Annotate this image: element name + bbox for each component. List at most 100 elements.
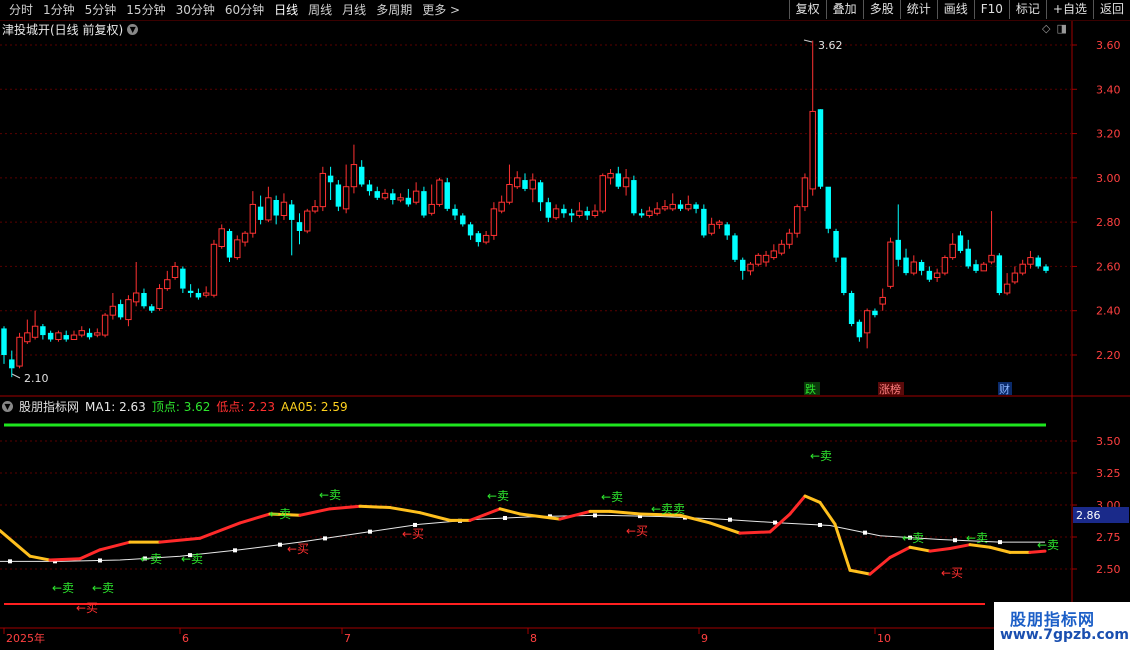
candle-body-up bbox=[31, 325, 39, 338]
candle bbox=[996, 253, 1003, 296]
candle-body-down bbox=[638, 213, 645, 216]
top-label: 顶点: bbox=[151, 400, 180, 414]
top-value: 3.62 bbox=[183, 400, 211, 414]
watermark-url: www.7gpzb.com bbox=[1000, 627, 1130, 643]
tab-daily[interactable]: 日线 bbox=[269, 2, 303, 18]
ma1-marker bbox=[278, 542, 282, 547]
candle bbox=[405, 188, 412, 207]
fuquan-button[interactable]: 复权 bbox=[788, 0, 826, 19]
candle bbox=[910, 255, 918, 276]
candle-body-up bbox=[304, 210, 311, 232]
candle bbox=[568, 208, 575, 223]
tab-multi-period[interactable]: 多周期 bbox=[371, 2, 417, 18]
tab-30min[interactable]: 30分钟 bbox=[171, 2, 220, 18]
chevron-down-icon[interactable]: ▼ bbox=[127, 24, 139, 35]
candle bbox=[273, 195, 279, 225]
candle-body-down bbox=[475, 233, 482, 243]
ma1-marker bbox=[773, 520, 777, 525]
tab-fenshi[interactable]: 分时 bbox=[4, 2, 38, 18]
main-tick-label: 3.00 bbox=[1096, 172, 1121, 185]
candle-body-up bbox=[653, 208, 661, 214]
candle bbox=[1043, 264, 1049, 274]
aa05-segment bbox=[418, 511, 452, 522]
candle bbox=[793, 204, 801, 238]
candle-body-down bbox=[522, 180, 528, 189]
candle-body-up bbox=[342, 186, 350, 210]
candle-body-down bbox=[452, 208, 458, 216]
candle-body-down bbox=[561, 208, 567, 214]
main-tick-label: 3.40 bbox=[1096, 83, 1121, 96]
main-grid bbox=[0, 44, 1072, 356]
candle-body-up bbox=[770, 250, 778, 259]
ma1-marker bbox=[593, 513, 597, 518]
candle bbox=[576, 202, 583, 218]
candle bbox=[631, 175, 637, 216]
sell-signal: ←卖 bbox=[319, 488, 341, 502]
candle-body-up bbox=[622, 177, 630, 188]
candle-body-down bbox=[467, 224, 474, 236]
ma1-marker bbox=[503, 516, 507, 521]
tab-5min[interactable]: 5分钟 bbox=[80, 2, 122, 18]
candle bbox=[319, 166, 327, 212]
candle-body-down bbox=[180, 268, 186, 289]
candle-body-up bbox=[599, 175, 606, 212]
aa05-segment bbox=[78, 548, 102, 561]
ma1-marker bbox=[368, 529, 372, 534]
ma1-marker bbox=[863, 530, 867, 535]
buy-signal: ←买 bbox=[626, 524, 648, 538]
candle-body-up bbox=[801, 177, 809, 208]
main-tick-label: 2.80 bbox=[1096, 216, 1121, 229]
candle-body-up bbox=[708, 223, 715, 234]
candle-body-up bbox=[1011, 272, 1019, 283]
candle-body-up bbox=[809, 110, 816, 190]
candle bbox=[747, 262, 754, 276]
candle bbox=[856, 319, 863, 342]
diamond-icon[interactable]: ◇ bbox=[1042, 22, 1050, 35]
candle-body-up bbox=[109, 305, 117, 316]
x-tick-label: 9 bbox=[701, 632, 708, 645]
chevron-down-icon[interactable]: ▼ bbox=[2, 401, 13, 412]
candle bbox=[677, 200, 684, 212]
candle-body-down bbox=[1, 328, 7, 355]
candle-body-up bbox=[661, 206, 669, 210]
candle-body-down bbox=[701, 208, 707, 236]
tab-more[interactable]: 更多 > bbox=[417, 2, 465, 18]
candle bbox=[195, 288, 202, 300]
candle-body-up bbox=[381, 192, 389, 199]
tab-1min[interactable]: 1分钟 bbox=[38, 2, 80, 18]
ind-tick-label: 2.50 bbox=[1096, 563, 1121, 576]
candle-body-down bbox=[568, 213, 575, 216]
buy-signal: ←买 bbox=[287, 542, 309, 556]
candle bbox=[529, 173, 536, 203]
draw-line-button[interactable]: 画线 bbox=[936, 0, 974, 19]
ma1-marker bbox=[413, 522, 417, 527]
aa05-segment bbox=[738, 530, 772, 535]
candle-body-down bbox=[288, 204, 295, 220]
add-watchlist-button[interactable]: +自选 bbox=[1045, 0, 1093, 19]
tab-60min[interactable]: 60分钟 bbox=[220, 2, 269, 18]
candle bbox=[342, 164, 350, 214]
candle bbox=[358, 160, 365, 187]
ma1-marker bbox=[188, 553, 192, 558]
tab-monthly[interactable]: 月线 bbox=[337, 2, 371, 18]
multi-stock-button[interactable]: 多股 bbox=[862, 0, 900, 19]
aa05-segment bbox=[768, 512, 792, 534]
candle-body-up bbox=[171, 265, 179, 278]
candle-body-down bbox=[390, 193, 396, 200]
candle bbox=[125, 295, 132, 327]
candle-body-up bbox=[793, 206, 801, 234]
f10-button[interactable]: F10 bbox=[973, 0, 1009, 19]
stats-button[interactable]: 统计 bbox=[899, 0, 937, 19]
mark-button[interactable]: 标记 bbox=[1008, 0, 1046, 19]
overlay-button[interactable]: 叠加 bbox=[825, 0, 863, 19]
tab-weekly[interactable]: 周线 bbox=[303, 2, 337, 18]
candle-body-down bbox=[584, 211, 590, 216]
back-button[interactable]: 返回 bbox=[1092, 0, 1130, 19]
ma1-marker bbox=[98, 558, 102, 563]
candle bbox=[661, 200, 669, 212]
window-toggle-icon[interactable]: ◨ bbox=[1056, 22, 1066, 35]
tab-15min[interactable]: 15分钟 bbox=[121, 2, 170, 18]
candle bbox=[101, 312, 109, 338]
low-label: 低点: bbox=[216, 400, 245, 414]
candle bbox=[693, 202, 699, 214]
